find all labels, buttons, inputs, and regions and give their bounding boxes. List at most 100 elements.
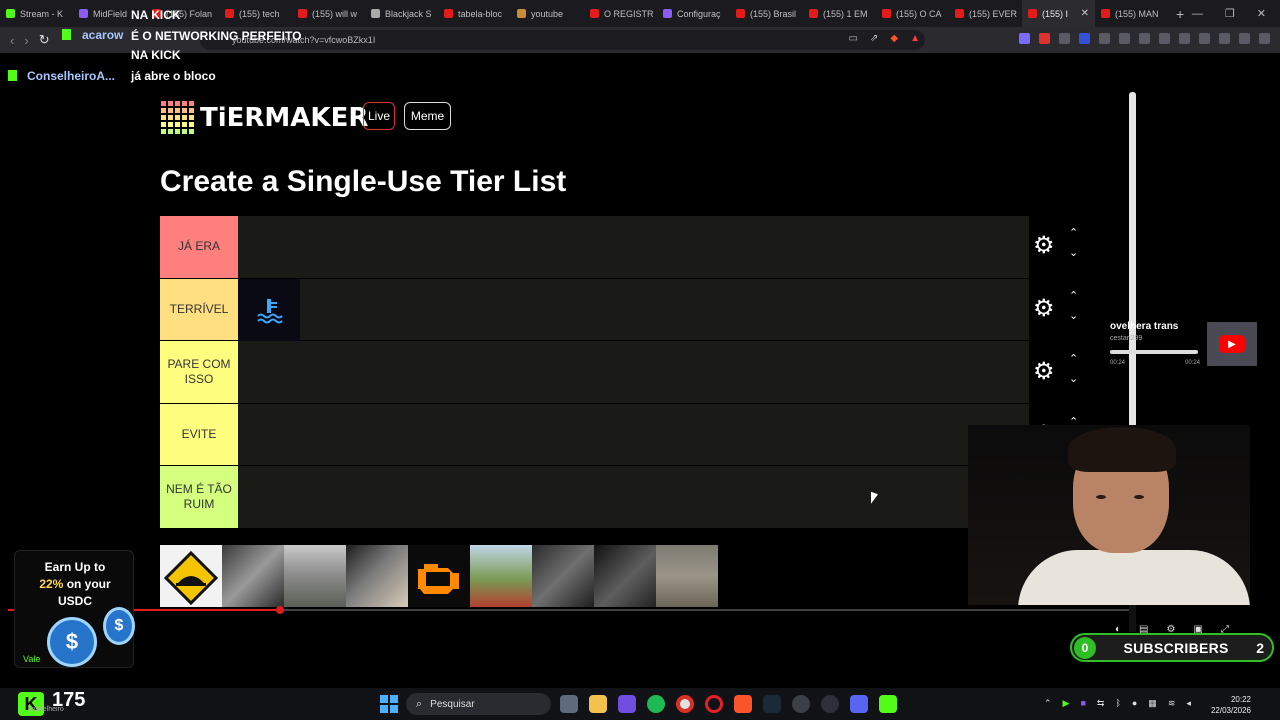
discord-icon[interactable] [850,695,868,713]
microphone-icon[interactable]: ● [1132,698,1137,709]
maximize-button[interactable]: ❐ [1225,7,1235,20]
browser-tab[interactable]: (155) tech [219,0,292,27]
check-engine-tile[interactable] [408,545,470,607]
share-icon[interactable]: ⇗ [870,33,878,44]
forward-icon[interactable]: › [24,33,28,48]
browser-tab[interactable]: Stream - K [0,0,73,27]
opera-icon[interactable] [705,695,723,713]
browser-tab[interactable]: Blackjack S [365,0,438,27]
store-icon[interactable] [618,695,636,713]
ad-cta[interactable]: Vale [23,654,40,664]
wifi-icon[interactable]: ≋ [1168,698,1176,709]
tier-label[interactable]: EVITE [160,403,238,466]
tray-app-icon[interactable]: ⇆ [1097,698,1105,709]
video-scrubber-handle[interactable] [276,606,284,614]
move-up-icon[interactable]: ⌃ [1069,289,1078,302]
browser-tab[interactable]: (155) will w [292,0,365,27]
volume-icon[interactable]: ◂ [1186,698,1191,709]
kick-app-icon[interactable] [879,695,897,713]
extension-icon[interactable] [1219,33,1230,44]
cast-icon[interactable]: ▭ [849,33,858,44]
tier-drop-zone[interactable] [238,466,1029,528]
gear-shift-tile[interactable] [222,545,284,607]
move-up-icon[interactable]: ⌃ [1069,226,1078,239]
browser-tab[interactable]: (155) 1 EM [803,0,876,27]
taskbar-search[interactable]: ⌕ Pesquisar [406,693,551,715]
spotify-icon[interactable] [647,695,665,713]
gear-icon[interactable]: ⚙ [1033,360,1055,384]
new-tab-button[interactable]: + [1176,6,1184,22]
mini-player-progress[interactable] [1110,350,1198,354]
chrome-icon[interactable] [676,695,694,713]
browser-tab[interactable]: tabela-bloc [438,0,511,27]
move-down-icon[interactable]: ⌄ [1069,246,1078,259]
music-icon[interactable] [1159,33,1170,44]
browser-tab[interactable]: (155) Brasil [730,0,803,27]
gear-icon[interactable]: ⚙ [1033,297,1055,321]
chevron-up-icon[interactable]: ⌃ [1044,698,1052,709]
app-icon[interactable] [821,695,839,713]
tier-drop-zone[interactable] [238,404,1029,466]
tray-app-icon[interactable]: ▶ [1063,698,1070,709]
system-clock[interactable]: 20:22 22/03/2026 [1207,694,1251,716]
tray-app-icon[interactable]: ■ [1080,698,1085,709]
move-up-icon[interactable]: ⌃ [1069,352,1078,365]
bluetooth-icon[interactable]: ᛒ [1115,698,1120,709]
reload-icon[interactable]: ↻ [39,32,50,48]
tier-label[interactable]: TERRÍVEL [160,278,238,341]
minimize-button[interactable]: — [1192,8,1203,20]
automatic-gear-tile[interactable] [532,545,594,607]
brave-icon[interactable] [734,695,752,713]
close-window-button[interactable]: ✕ [1257,7,1266,20]
pothole-tile[interactable] [656,545,718,607]
tiermaker-logo[interactable]: TiERMAKER [161,101,368,134]
task-view-icon[interactable] [560,695,578,713]
obs-icon[interactable] [792,695,810,713]
network-icon[interactable]: ▦ [1148,698,1157,709]
browser-tab[interactable]: youtube [511,0,584,27]
vpn-icon[interactable] [1239,33,1250,44]
browser-tab[interactable]: (155) EVER [949,0,1022,27]
extension-icon[interactable] [1139,33,1150,44]
speed-bump-sign-tile[interactable] [160,545,222,607]
browser-tab[interactable]: (155) O CA [876,0,949,27]
file-explorer-icon[interactable] [589,695,607,713]
live-button[interactable]: Live [363,102,395,130]
tier-label[interactable]: NEM É TÃO RUIM [160,466,238,528]
brave-rewards-icon[interactable]: ▲ [910,33,920,44]
car-seat-tile[interactable] [346,545,408,607]
gas-station-tile[interactable] [284,545,346,607]
extension-icon[interactable] [1039,33,1050,44]
move-down-icon[interactable]: ⌄ [1069,309,1078,322]
tier-drop-zone[interactable] [238,278,1029,341]
tier-drop-zone[interactable] [238,216,1029,278]
car-crash-tile[interactable] [470,545,532,607]
meme-button[interactable]: Meme [404,102,451,130]
move-down-icon[interactable]: ⌄ [1069,372,1078,385]
usdc-ad[interactable]: Earn Up to 22% on your USDC $ $ Vale [14,550,135,668]
url-input[interactable]: youtube.com/watch?v=vfcwoBZkx1I [200,30,925,50]
dashboard-gauge-tile[interactable] [594,545,656,607]
browser-tab[interactable]: O REGISTR [584,0,657,27]
tier-drop-zone[interactable] [238,341,1029,403]
windows-start-icon[interactable] [380,695,398,713]
menu-icon[interactable] [1259,33,1270,44]
back-icon[interactable]: ‹ [10,33,14,48]
youtube-play-icon[interactable]: ▶ [1219,335,1245,353]
close-tab-icon[interactable]: ✕ [1081,8,1089,19]
tier-label[interactable]: PARE COM ISSO [160,341,238,403]
mini-player-thumbnail[interactable]: ▶ [1207,322,1257,366]
extension-icon[interactable] [1019,33,1030,44]
extension-icon[interactable] [1079,33,1090,44]
scrollbar-thumb[interactable] [1129,92,1136,427]
browser-tab[interactable]: Configuraç [657,0,730,27]
puzzle-icon[interactable] [1119,33,1130,44]
coolant-warning-tile[interactable] [238,278,300,341]
browser-tab[interactable]: (155) MAN [1095,0,1168,27]
wallet-icon[interactable] [1199,33,1210,44]
extension-icon[interactable] [1099,33,1110,44]
sidebar-icon[interactable] [1179,33,1190,44]
extension-icon[interactable] [1059,33,1070,44]
brave-shield-icon[interactable]: ◆ [890,33,898,44]
tier-label[interactable]: JÁ ERA [160,216,238,278]
